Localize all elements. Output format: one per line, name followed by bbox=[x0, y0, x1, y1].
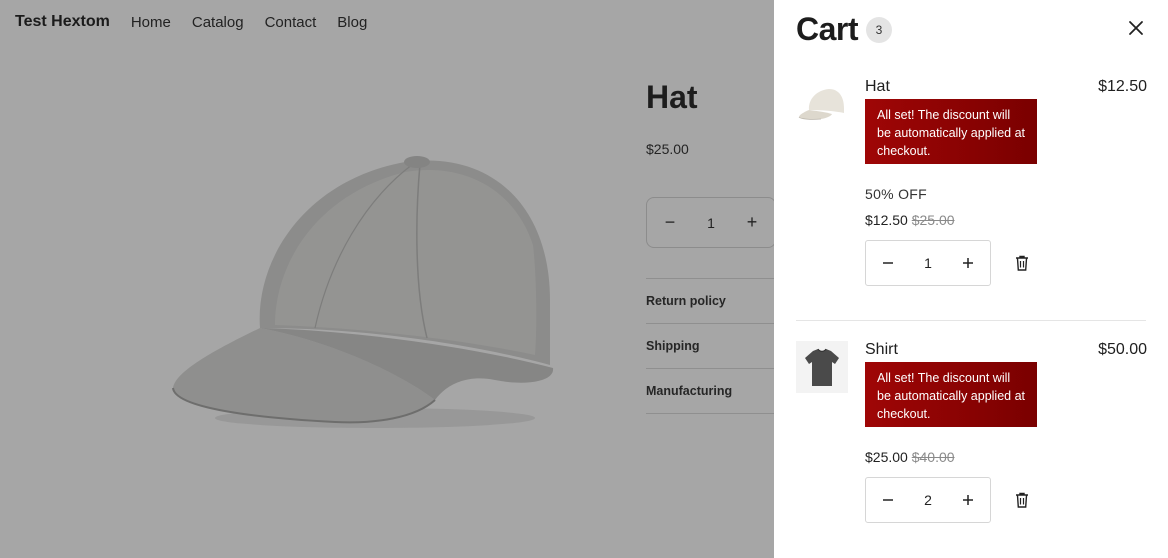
discount-alert: All set! The discount will be automatica… bbox=[865, 362, 1037, 427]
cart-item-compare-price: $40.00 bbox=[911, 449, 955, 465]
store-logo[interactable]: Test Hextom bbox=[15, 13, 110, 31]
cart-item-prices: $12.50 $25.00 bbox=[865, 212, 1146, 228]
trash-icon[interactable] bbox=[1015, 492, 1029, 508]
cart-item-image-hat[interactable] bbox=[796, 78, 848, 130]
cart-item-controls: 2 bbox=[865, 477, 1146, 523]
cart-item-prices: $25.00 $40.00 bbox=[865, 449, 1146, 465]
discount-alert: All set! The discount will be automatica… bbox=[865, 99, 1037, 164]
nav-link-blog[interactable]: Blog bbox=[337, 14, 367, 31]
cart-count-badge: 3 bbox=[866, 17, 893, 43]
quantity-input[interactable]: 1 bbox=[924, 255, 932, 271]
cart-title: Cart bbox=[796, 10, 859, 47]
plus-icon[interactable] bbox=[960, 492, 976, 508]
cart-item-price: $25.00 bbox=[865, 449, 908, 465]
quantity-input[interactable]: 2 bbox=[924, 492, 932, 508]
cart-item-controls: 1 bbox=[865, 240, 1146, 286]
minus-icon[interactable]: − bbox=[661, 212, 679, 233]
cart-item: Hat $12.50 All set! The discount will be… bbox=[796, 58, 1147, 320]
nav-link-catalog[interactable]: Catalog bbox=[192, 14, 244, 31]
cart-item-total: $50.00 bbox=[1098, 341, 1147, 358]
cart-item-name[interactable]: Shirt bbox=[865, 341, 898, 359]
cart-drawer: Cart 3 Hat $12.50 All set! The discount … bbox=[774, 0, 1168, 558]
shirt-thumbnail-icon bbox=[796, 341, 848, 393]
cart-item: Shirt $50.00 All set! The discount will … bbox=[796, 320, 1147, 558]
hat-thumbnail-icon bbox=[798, 89, 844, 120]
cart-item-image-shirt[interactable] bbox=[796, 341, 848, 393]
cart-item-compare-price: $25.00 bbox=[911, 212, 955, 228]
cart-header: Cart 3 bbox=[796, 0, 1146, 58]
product-image-hat bbox=[172, 156, 554, 428]
product-quantity-stepper: − 1 + bbox=[646, 197, 776, 248]
nav-link-contact[interactable]: Contact bbox=[265, 14, 317, 31]
discount-offer-label: 50% OFF bbox=[865, 186, 928, 202]
product-quantity-value[interactable]: 1 bbox=[707, 215, 715, 231]
plus-icon[interactable] bbox=[960, 255, 976, 271]
plus-icon[interactable]: + bbox=[743, 212, 761, 233]
cart-item-price: $12.50 bbox=[865, 212, 908, 228]
cart-item-total: $12.50 bbox=[1098, 78, 1147, 95]
quantity-stepper: 2 bbox=[865, 477, 991, 523]
minus-icon[interactable] bbox=[880, 492, 896, 508]
trash-icon[interactable] bbox=[1015, 255, 1029, 271]
close-icon[interactable] bbox=[1126, 18, 1146, 38]
nav-link-home[interactable]: Home bbox=[131, 14, 171, 31]
minus-icon[interactable] bbox=[880, 255, 896, 271]
quantity-stepper: 1 bbox=[865, 240, 991, 286]
cart-item-name[interactable]: Hat bbox=[865, 78, 890, 96]
